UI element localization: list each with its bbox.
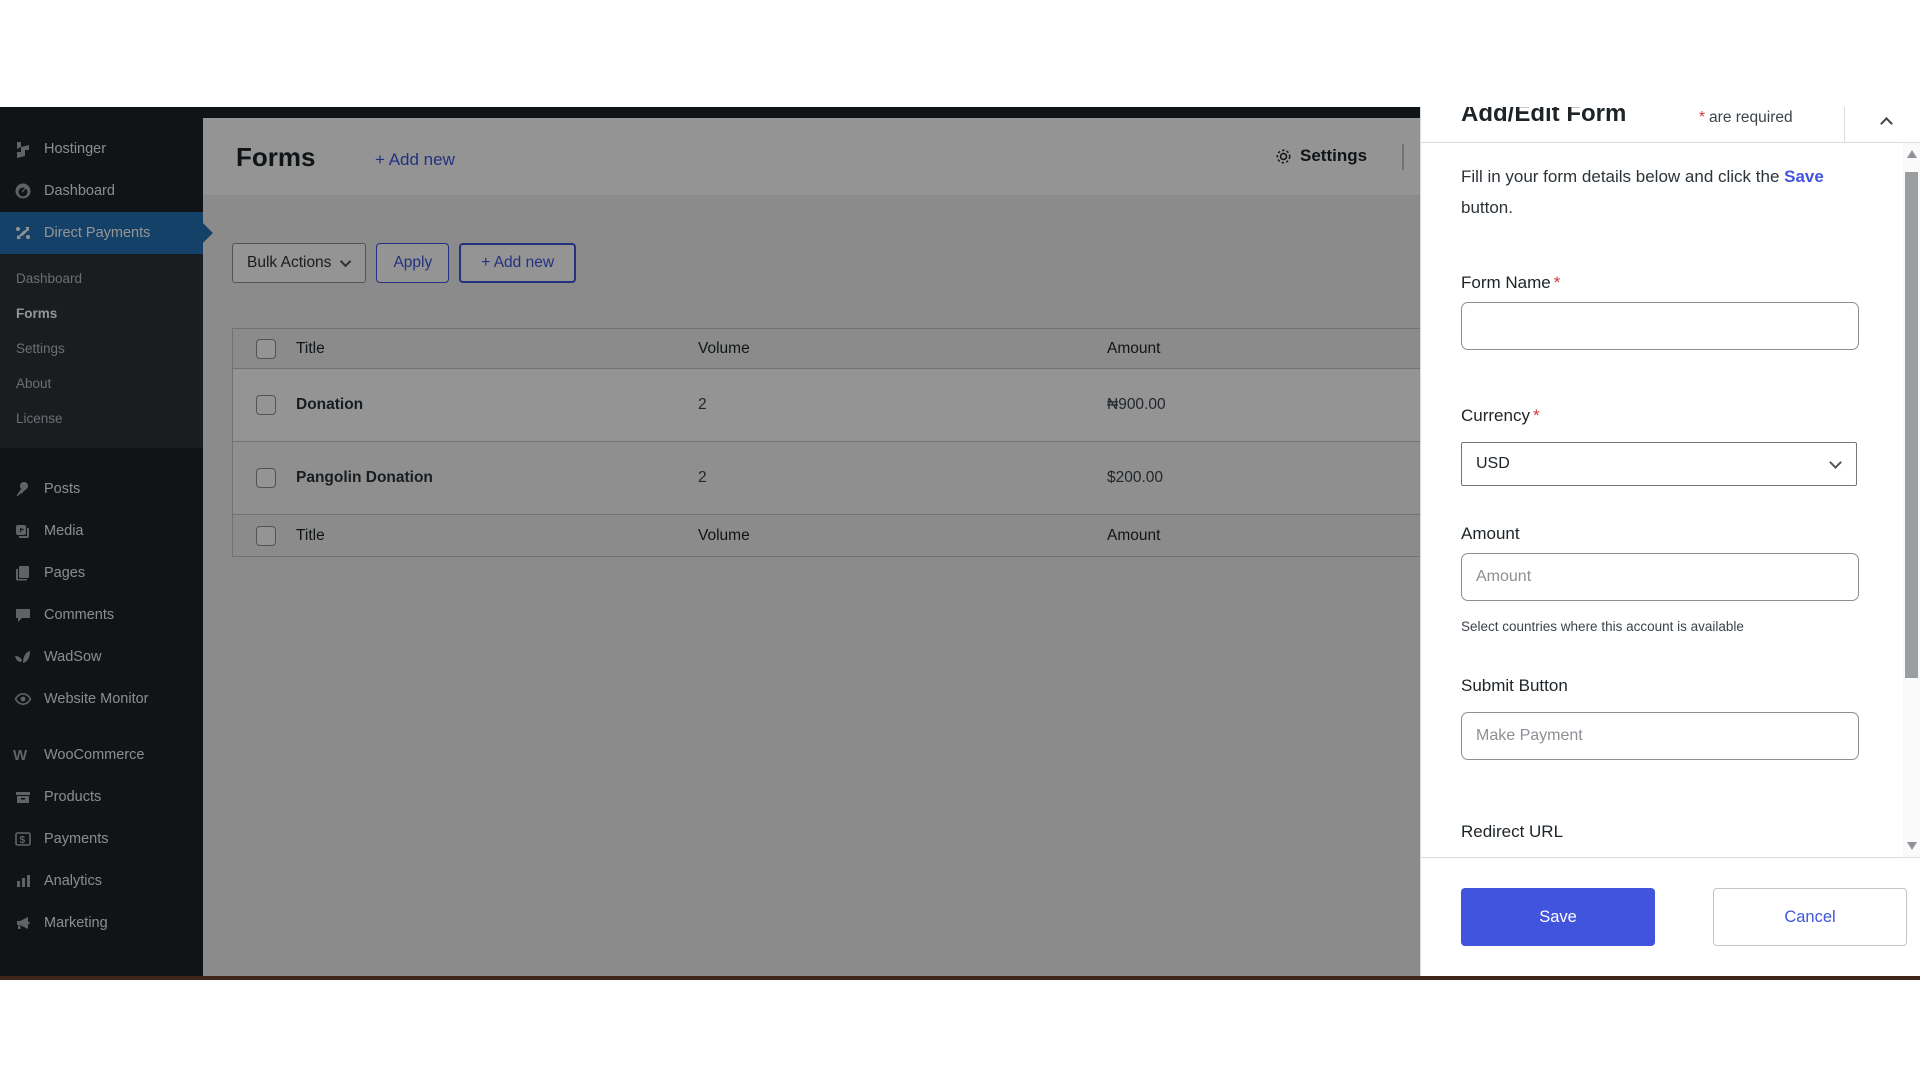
submit-button-text-input[interactable]: [1461, 712, 1859, 760]
amount-helper-text: Select countries where this account is a…: [1461, 619, 1881, 634]
submit-button-label: Submit Button: [1461, 676, 1881, 696]
panel-header-divider: [1844, 107, 1845, 143]
form-name-label: Form Name*: [1461, 273, 1881, 293]
panel-title: Add/Edit Form: [1461, 107, 1626, 128]
amount-label: Amount: [1461, 524, 1881, 544]
chevron-up-icon: [1880, 117, 1893, 130]
required-asterisk: *: [1699, 109, 1705, 126]
scrollbar-thumb[interactable]: [1905, 172, 1918, 678]
redirect-url-label: Redirect URL: [1461, 822, 1881, 842]
panel-body: Fill in your form details below and clic…: [1421, 143, 1903, 857]
chevron-down-icon: [1829, 456, 1842, 469]
label-text: Form Name: [1461, 273, 1551, 292]
panel-intro-text: Fill in your form details below and clic…: [1461, 161, 1861, 223]
required-asterisk: *: [1554, 273, 1561, 292]
cancel-button[interactable]: Cancel: [1713, 888, 1907, 946]
required-asterisk: *: [1533, 406, 1540, 425]
intro-after: button.: [1461, 198, 1513, 217]
required-note: *are required: [1699, 109, 1793, 127]
scroll-up-arrow[interactable]: [1907, 150, 1917, 158]
currency-select[interactable]: USD: [1461, 442, 1857, 486]
amount-input[interactable]: [1461, 553, 1859, 601]
collapse-panel-button[interactable]: [1873, 109, 1903, 139]
label-text: Currency: [1461, 406, 1530, 425]
scroll-down-arrow[interactable]: [1907, 842, 1917, 850]
required-text: are required: [1709, 109, 1793, 126]
panel-footer: Save Cancel: [1421, 857, 1920, 980]
currency-value: USD: [1476, 455, 1510, 473]
currency-label: Currency*: [1461, 406, 1881, 426]
intro-save-word: Save: [1784, 167, 1824, 186]
frame-bottom-edge: [0, 976, 1920, 980]
form-name-input[interactable]: [1461, 302, 1859, 350]
browser-app-frame: Hostinger Dashboard Direct Payments Dash…: [0, 107, 1920, 980]
panel-scrollbar[interactable]: [1903, 143, 1920, 857]
panel-header: Add/Edit Form *are required: [1421, 107, 1920, 143]
add-edit-form-panel: Add/Edit Form *are required Fill in your…: [1420, 107, 1920, 980]
save-button[interactable]: Save: [1461, 888, 1655, 946]
screenshot-stage: Hostinger Dashboard Direct Payments Dash…: [0, 0, 1920, 1080]
intro-before: Fill in your form details below and clic…: [1461, 167, 1784, 186]
